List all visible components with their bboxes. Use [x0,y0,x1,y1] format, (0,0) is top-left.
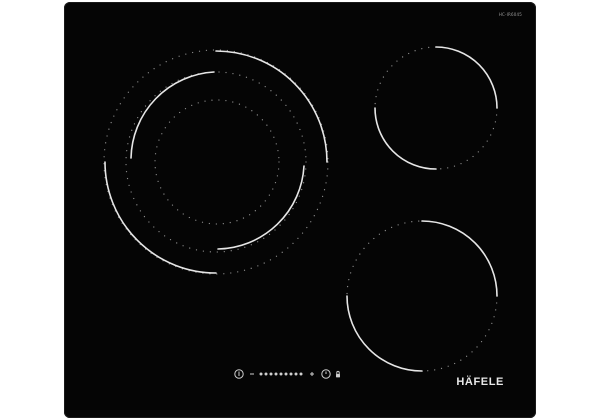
timer-icon[interactable] [321,369,331,379]
power-level-dot[interactable] [264,372,268,376]
brand-logo: HÄFELE [456,376,504,388]
power-level-dot[interactable] [269,372,273,376]
power-level-dot[interactable] [284,372,288,376]
power-level-dot[interactable] [279,372,283,376]
power-level-dot[interactable] [294,372,298,376]
plus-icon[interactable] [310,372,314,376]
power-level-dot[interactable] [259,372,263,376]
power-level-dot[interactable] [299,372,303,376]
model-code-label: HC-IR6045 [498,12,522,17]
small-zone-bottom-left-arc [374,107,437,170]
medium-zone-top-right-arc [421,220,498,297]
touch-control-panel [234,369,340,379]
medium-zone-bottom-left-arc [346,295,423,372]
ceramic-cooktop: HC-IR6045 HÄFELE [64,2,536,418]
large-zone-inner-dots [154,99,280,225]
small-zone-top-right-arc [435,46,498,109]
large-zone-middle-right-arc [217,165,305,250]
large-dual-zone [103,49,329,275]
large-zone-outer-right-arc [215,50,328,163]
small-zone [374,46,498,170]
power-icon[interactable] [234,369,244,379]
lock-icon[interactable] [336,370,340,378]
medium-zone [346,220,498,372]
cooktop-markings [103,46,498,379]
power-level-slider[interactable] [259,372,303,376]
power-level-dot[interactable] [289,372,293,376]
power-level-dot[interactable] [274,372,278,376]
large-zone-outer-left-arc [104,161,217,274]
large-zone-middle-left-arc [130,71,215,159]
